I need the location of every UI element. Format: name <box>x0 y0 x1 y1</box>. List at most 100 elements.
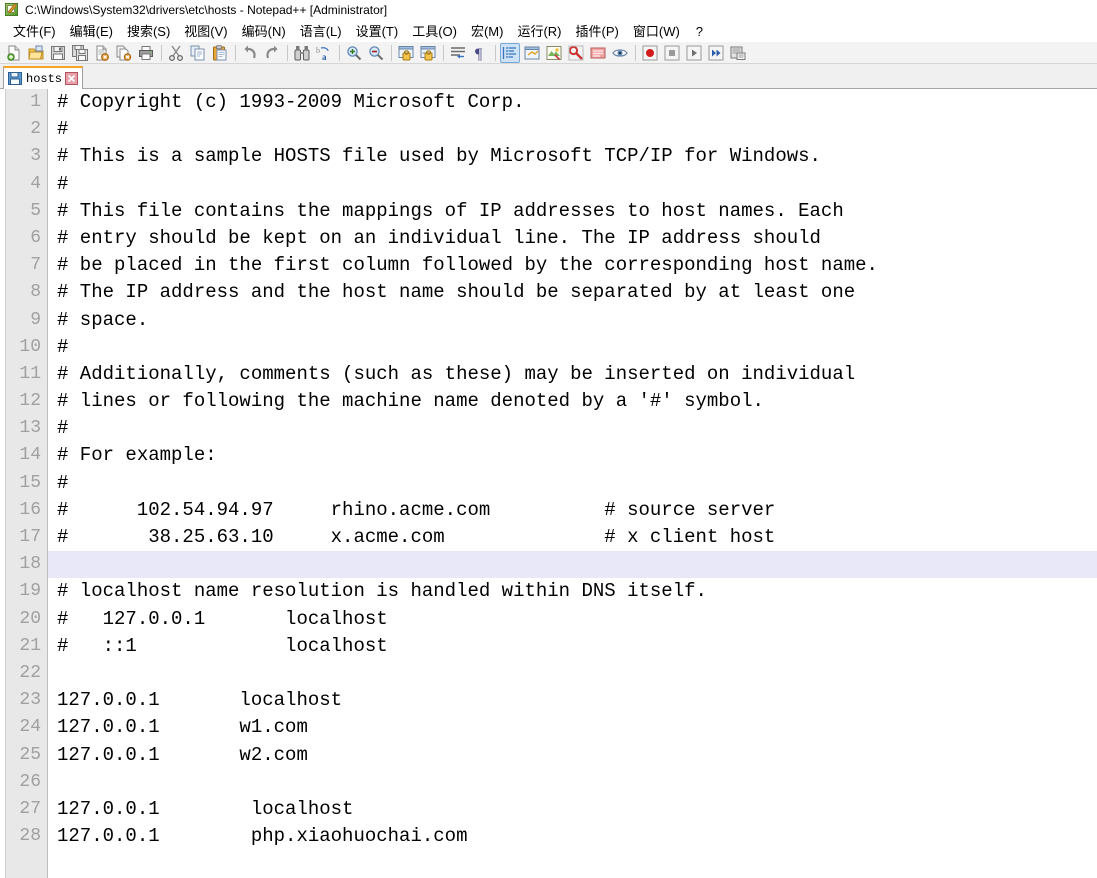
code-line[interactable]: 127.0.0.1 w1.com <box>48 714 1097 741</box>
line-number: 12 <box>19 391 41 412</box>
document-map-icon[interactable] <box>566 43 586 63</box>
undo-icon[interactable] <box>240 43 260 63</box>
macro-run-multiple-icon[interactable] <box>706 43 726 63</box>
show-all-characters-icon[interactable]: ¶ <box>470 43 490 63</box>
code-line[interactable]: # entry should be kept on an individual … <box>48 225 1097 252</box>
code-line[interactable]: # 102.54.94.97 rhino.acme.com # source s… <box>48 497 1097 524</box>
code-line[interactable]: # <box>48 415 1097 442</box>
zoom-in-icon[interactable] <box>344 43 364 63</box>
code-line[interactable]: # ::1 localhost <box>48 633 1097 660</box>
menu-language[interactable]: 语言(L) <box>293 21 349 42</box>
line-number: 13 <box>19 418 41 439</box>
line-number: 28 <box>19 826 41 847</box>
code-line[interactable]: # localhost name resolution is handled w… <box>48 578 1097 605</box>
save-icon[interactable] <box>48 43 68 63</box>
line-number: 4 <box>30 173 41 194</box>
ui-zoom-icon[interactable] <box>522 43 542 63</box>
code-line[interactable]: # For example: <box>48 442 1097 469</box>
sync-horizontal-scroll-icon[interactable] <box>418 43 438 63</box>
code-line[interactable]: # 127.0.0.1 localhost <box>48 606 1097 633</box>
toolbar-separator <box>443 44 444 61</box>
macro-record-icon[interactable] <box>640 43 660 63</box>
redo-icon[interactable] <box>262 43 282 63</box>
code-line[interactable]: # The IP address and the host name shoul… <box>48 279 1097 306</box>
line-number: 16 <box>19 499 41 520</box>
code-line[interactable]: 127.0.0.1 php.xiaohuochai.com <box>48 823 1097 850</box>
close-tab-icon[interactable] <box>65 72 79 85</box>
code-line[interactable]: # <box>48 470 1097 497</box>
toolbar-separator <box>287 44 288 61</box>
macro-play-icon[interactable] <box>684 43 704 63</box>
document-switcher-icon[interactable] <box>610 43 630 63</box>
line-number: 20 <box>19 608 41 629</box>
print-icon[interactable] <box>136 43 156 63</box>
sync-vertical-scroll-icon[interactable] <box>396 43 416 63</box>
svg-text:a: a <box>322 52 327 61</box>
code-line[interactable] <box>48 551 1097 579</box>
notepad-plus-plus-icon <box>4 2 20 18</box>
editor-area[interactable]: 1 2 3 4 5 6 7 8 9 10 11 12 13 14 15 16 17 18 19 20 21 22 23 24 2… <box>0 89 1097 878</box>
find-icon[interactable] <box>292 43 312 63</box>
line-number: 11 <box>19 363 41 384</box>
user-defined-language-icon[interactable] <box>544 43 564 63</box>
window-title: C:\Windows\System32\drivers\etc\hosts - … <box>25 3 388 17</box>
menu-view[interactable]: 视图(V) <box>177 21 234 42</box>
zoom-out-icon[interactable] <box>366 43 386 63</box>
code-line[interactable]: # space. <box>48 307 1097 334</box>
line-number: 22 <box>19 662 41 683</box>
code-line[interactable]: 127.0.0.1 w2.com <box>48 742 1097 769</box>
line-number: 5 <box>30 200 41 221</box>
menu-file[interactable]: 文件(F) <box>6 21 63 42</box>
line-number: 17 <box>19 527 41 547</box>
line-number: 3 <box>30 146 41 167</box>
toolbar: b a ¶ <box>0 42 1097 64</box>
code-line[interactable]: # <box>48 334 1097 361</box>
menu-tools[interactable]: 工具(O) <box>405 21 464 42</box>
new-file-icon[interactable] <box>4 43 24 63</box>
close-file-icon[interactable] <box>92 43 112 63</box>
tab-hosts[interactable]: hosts <box>3 66 84 89</box>
save-all-icon[interactable] <box>70 43 90 63</box>
menu-run[interactable]: 运行(R) <box>510 21 568 42</box>
line-number: 23 <box>19 690 41 711</box>
open-file-icon[interactable] <box>26 43 46 63</box>
menu-search[interactable]: 搜索(S) <box>120 21 177 42</box>
replace-icon[interactable]: b a <box>314 43 334 63</box>
cut-icon[interactable] <box>166 43 186 63</box>
code-line[interactable]: # This file contains the mappings of IP … <box>48 198 1097 225</box>
line-number: 10 <box>19 336 41 357</box>
line-number: 25 <box>19 744 41 765</box>
code-line[interactable] <box>48 769 1097 796</box>
code-line[interactable]: # Additionally, comments (such as these)… <box>48 361 1097 388</box>
code-line[interactable] <box>48 660 1097 687</box>
indent-guide-icon[interactable] <box>500 42 520 63</box>
menu-macro[interactable]: 宏(M) <box>464 21 511 42</box>
macro-stop-icon[interactable] <box>662 43 682 63</box>
code-line[interactable]: # lines or following the machine name de… <box>48 388 1097 415</box>
code-line[interactable]: # This is a sample HOSTS file used by Mi… <box>48 143 1097 170</box>
function-list-icon[interactable] <box>588 43 608 63</box>
code-text-area[interactable]: # Copyright (c) 1993-2009 Microsoft Corp… <box>48 89 1097 878</box>
line-number: 27 <box>19 798 41 819</box>
menu-encoding[interactable]: 编码(N) <box>235 21 293 42</box>
menu-window[interactable]: 窗口(W) <box>626 21 687 42</box>
toolbar-separator <box>495 44 496 61</box>
code-line[interactable]: 127.0.0.1 localhost <box>48 687 1097 714</box>
menu-plugins[interactable]: 插件(P) <box>569 21 626 42</box>
menu-help[interactable]: ? <box>687 21 710 42</box>
menu-edit[interactable]: 编辑(E) <box>63 21 120 42</box>
paste-icon[interactable] <box>210 43 230 63</box>
code-line[interactable]: # <box>48 171 1097 198</box>
macro-save-icon[interactable] <box>728 43 748 63</box>
close-all-icon[interactable] <box>114 43 134 63</box>
word-wrap-icon[interactable] <box>448 43 468 63</box>
code-line[interactable]: # 38.25.63.10 x.acme.com # x client host <box>48 524 1097 551</box>
menu-settings[interactable]: 设置(T) <box>349 21 406 42</box>
line-number: 19 <box>19 581 41 602</box>
tab-label: hosts <box>26 71 63 86</box>
copy-icon[interactable] <box>188 43 208 63</box>
code-line[interactable]: 127.0.0.1 localhost <box>48 796 1097 823</box>
code-line[interactable]: # <box>48 116 1097 143</box>
code-line[interactable]: # Copyright (c) 1993-2009 Microsoft Corp… <box>48 89 1097 116</box>
code-line[interactable]: # be placed in the first column followed… <box>48 252 1097 279</box>
